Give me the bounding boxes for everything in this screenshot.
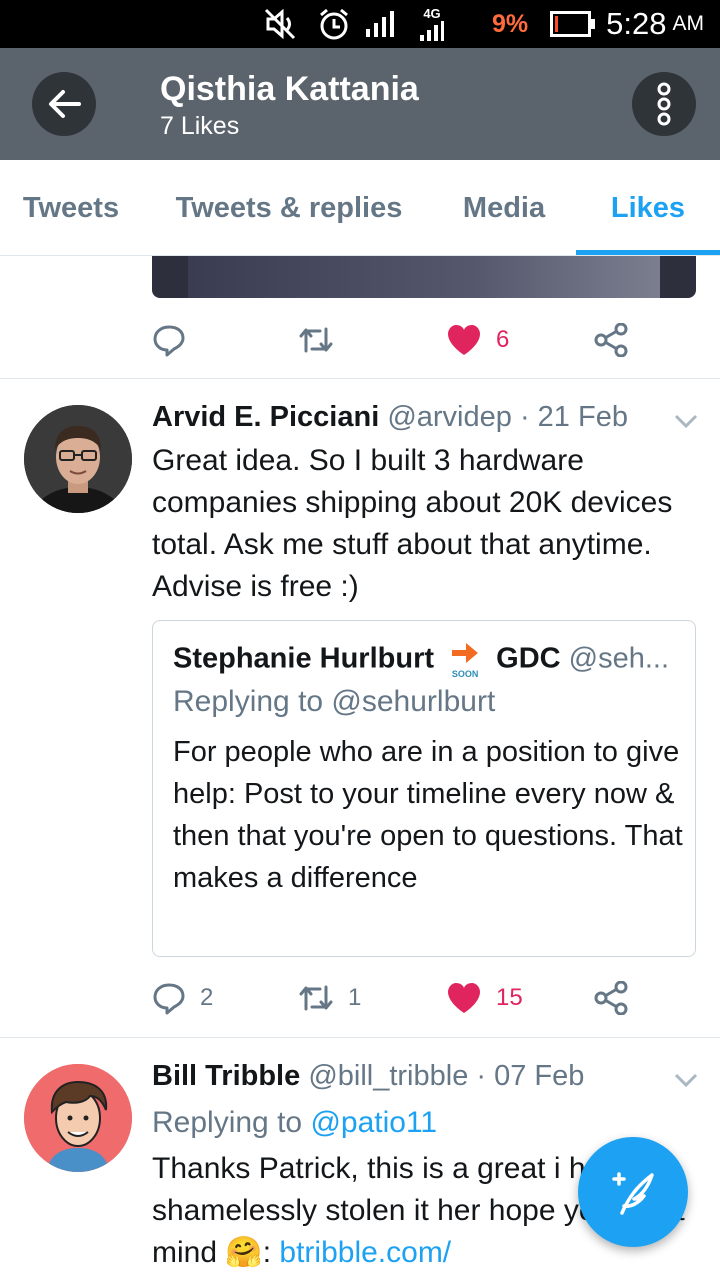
soon-label: SOON — [451, 669, 479, 679]
share-icon — [594, 323, 628, 357]
avatar[interactable] — [24, 1064, 132, 1172]
avatar[interactable] — [24, 405, 132, 513]
battery-percent: 9% — [492, 9, 529, 38]
heart-filled-icon — [448, 983, 480, 1013]
tweet-media-image[interactable] — [152, 256, 696, 298]
tweet-text: Great idea. So I built 3 hardware compan… — [152, 444, 673, 603]
reply-to-line: Replying to @patio11 — [152, 1106, 437, 1140]
like-count: 6 — [496, 326, 510, 353]
author-name[interactable]: Bill Tribble — [152, 1060, 300, 1092]
battery-icon — [550, 0, 596, 48]
author-handle[interactable]: @arvidep — [387, 401, 512, 433]
signal-icon — [366, 0, 394, 48]
tweet-date: · 21 Feb — [519, 401, 628, 433]
tweet-header: Arvid E. Picciani @arvidep · 21 Feb — [152, 401, 628, 434]
clock-ampm: AM — [672, 12, 705, 35]
reply-icon — [153, 983, 185, 1015]
network-label: 4G — [423, 6, 441, 21]
overflow-menu-button[interactable] — [632, 72, 696, 136]
soon-arrow-emoji: SOON — [448, 641, 482, 679]
tweet-actions: 6 — [152, 320, 720, 360]
tab-tweets-replies[interactable]: Tweets & replies — [152, 160, 426, 256]
quoted-reply-to: Replying to @sehurlburt — [173, 685, 496, 718]
tab-tweets[interactable]: Tweets — [0, 160, 142, 256]
compose-tweet-button[interactable] — [578, 1137, 688, 1247]
quoted-author-suffix: GDC — [496, 642, 561, 675]
profile-name: Qisthia Kattania — [160, 70, 419, 108]
compose-feather-icon — [612, 1172, 654, 1215]
author-handle[interactable]: @bill_tribble — [308, 1060, 468, 1092]
like-count: 15 — [496, 984, 523, 1011]
reply-button[interactable] — [152, 320, 186, 360]
alarm-icon — [318, 0, 350, 48]
hugging-face-emoji: 🤗 — [225, 1236, 263, 1269]
tab-media[interactable]: Media — [440, 160, 568, 256]
tweet-header: Bill Tribble @bill_tribble · 07 Feb — [152, 1060, 584, 1093]
like-button[interactable]: 6 — [446, 320, 509, 360]
tweet-date: · 07 Feb — [476, 1060, 585, 1092]
more-vertical-icon — [657, 82, 671, 126]
clock: 5:28 AM — [606, 0, 704, 48]
retweet-icon — [299, 985, 333, 1011]
retweet-count: 1 — [348, 984, 362, 1011]
quoted-author-name: Stephanie Hurlburt — [173, 642, 435, 675]
reply-count: 2 — [200, 984, 214, 1011]
likes-count: 7 Likes — [160, 112, 240, 140]
heart-filled-icon — [448, 325, 480, 355]
retweet-button[interactable]: 1 — [298, 978, 361, 1018]
reply-icon — [153, 325, 185, 357]
reply-prefix: Replying to — [152, 1106, 311, 1139]
quoted-tweet-header: Stephanie Hurlburt SOON GDC @seh... — [173, 641, 669, 679]
link-prefix: : — [262, 1236, 280, 1269]
app-header: Qisthia Kattania 7 Likes — [0, 48, 720, 160]
mute-icon — [262, 0, 298, 48]
chevron-down-icon[interactable] — [674, 413, 698, 434]
retweet-button[interactable] — [298, 320, 334, 360]
author-name[interactable]: Arvid E. Picciani — [152, 401, 379, 433]
back-button[interactable] — [32, 72, 96, 136]
tweet-link[interactable]: btribble.com/ — [279, 1236, 451, 1269]
quoted-author-handle: @seh... — [568, 642, 670, 675]
back-arrow-icon — [49, 90, 81, 118]
clock-time: 5:28 — [606, 6, 667, 41]
quoted-tweet-text: For people who are in a position to give… — [173, 736, 683, 894]
like-button[interactable]: 15 — [446, 978, 523, 1018]
chevron-down-icon[interactable] — [674, 1072, 698, 1093]
active-tab-indicator — [576, 250, 720, 255]
share-button[interactable] — [594, 978, 628, 1018]
retweet-icon — [299, 327, 333, 353]
status-bar: 4G 9% 5:28 AM — [0, 0, 720, 48]
tweet-actions: 2 1 15 — [152, 978, 720, 1018]
profile-tabs: Tweets Tweets & replies Media Likes — [0, 160, 720, 256]
signal-4g-icon: 4G — [420, 0, 444, 48]
share-icon — [594, 981, 628, 1015]
quoted-tweet[interactable]: Stephanie Hurlburt SOON GDC @seh... Repl… — [152, 620, 696, 957]
tab-likes[interactable]: Likes — [576, 160, 720, 256]
reply-button[interactable]: 2 — [152, 978, 213, 1018]
share-button[interactable] — [594, 320, 628, 360]
reply-handle-link[interactable]: @patio11 — [310, 1106, 437, 1139]
